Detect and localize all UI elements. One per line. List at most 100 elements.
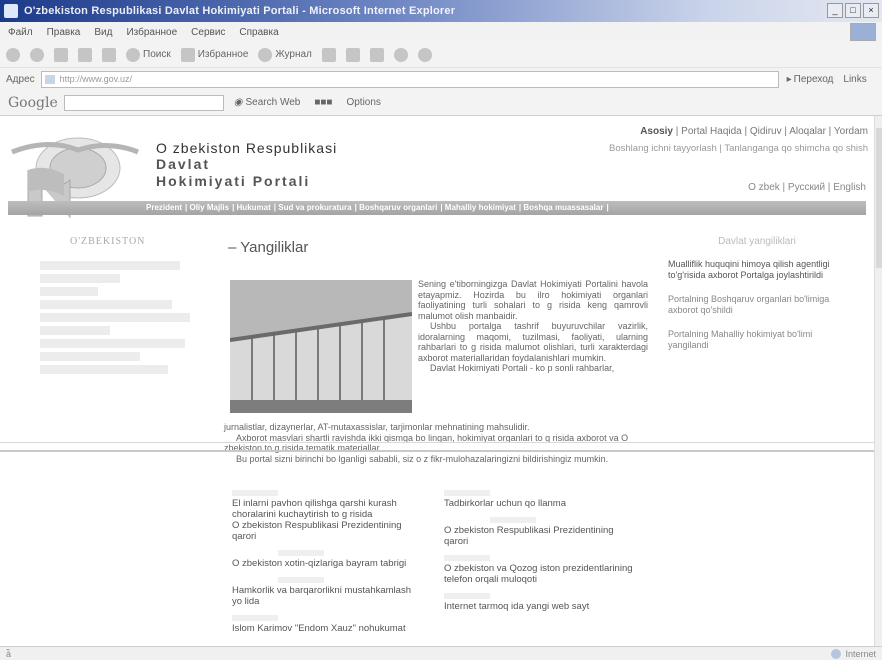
home-button[interactable] xyxy=(102,47,116,62)
sidebar-link[interactable] xyxy=(40,352,140,361)
news-headline: O zbekiston Respublikasi Prezidentining … xyxy=(444,525,614,547)
stop-button[interactable] xyxy=(54,47,68,62)
top-link-contacts[interactable]: Aloqalar xyxy=(789,126,826,137)
go-button[interactable]: ▸ Переход xyxy=(787,74,834,85)
news-section-label: Yangiliklar xyxy=(240,239,309,256)
nav-courts[interactable]: Sud va prokuratura xyxy=(278,203,351,212)
back-button[interactable] xyxy=(6,47,20,62)
menu-favorites[interactable]: Избранное xyxy=(126,27,177,38)
history-button[interactable]: Журнал xyxy=(258,47,312,62)
status-text: à̃ xyxy=(6,648,12,659)
news-list-item[interactable]: Internet tarmoq ida yangi web sayt xyxy=(444,593,634,612)
sidebar-link[interactable] xyxy=(40,339,185,348)
language-switcher: O zbek | Русский | English xyxy=(748,182,866,193)
google-search-input[interactable] xyxy=(63,94,224,111)
search-button[interactable]: Поиск xyxy=(126,47,171,62)
sidebar-link[interactable] xyxy=(40,300,172,309)
minimize-button[interactable]: _ xyxy=(827,3,843,18)
nav-president[interactable]: Prezident xyxy=(146,203,182,212)
nav-other[interactable]: Boshqa muassasalar xyxy=(523,203,603,212)
top-link-home[interactable]: Asosiy xyxy=(640,126,673,137)
right-sidebar: Davlat yangiliklari Mualliflik huquqini … xyxy=(668,236,846,364)
discuss-button[interactable] xyxy=(393,47,408,62)
forward-arrow-icon xyxy=(30,47,44,62)
sidebar-link[interactable] xyxy=(40,274,120,283)
edit-button[interactable] xyxy=(369,47,384,62)
news-list-item[interactable]: O zbekiston xotin-qizlariga bayram tabri… xyxy=(232,550,422,569)
news-section-title: – Yangiliklar xyxy=(228,239,309,256)
go-label: Переход xyxy=(793,73,834,85)
sidebar-link[interactable] xyxy=(40,287,98,296)
menu-tools[interactable]: Сервис xyxy=(191,27,225,38)
news-list-item[interactable]: O zbekiston va Qozog iston prezidentlari… xyxy=(444,555,634,585)
sidebar-link[interactable] xyxy=(40,313,190,322)
nav-parliament[interactable]: Oliy Majlis xyxy=(189,203,229,212)
news-list-left: El inlarni pavhon qilishga qarshi kurash… xyxy=(232,490,422,642)
news-list-item[interactable]: El inlarni pavhon qilishga qarshi kurash… xyxy=(232,490,422,542)
news-headline: O zbekiston Respublikasi Prezidentining … xyxy=(232,520,402,542)
news-list-item[interactable]: Hamkorlik va barqarorlikni mustahkamlash… xyxy=(232,577,422,607)
site-title-line1: O zbekiston Respublikasi xyxy=(156,140,338,156)
address-input[interactable]: http://www.gov.uz/ xyxy=(40,70,779,88)
security-zone: Internet xyxy=(831,648,876,659)
news-date xyxy=(232,615,278,621)
news-list-item[interactable]: O zbekiston Respublikasi Prezidentining … xyxy=(444,517,634,547)
options-button[interactable]: Options xyxy=(346,97,380,108)
nav-management[interactable]: Boshqaruv organlari xyxy=(359,203,437,212)
forward-button[interactable] xyxy=(30,47,44,62)
lang-english[interactable]: English xyxy=(833,182,866,193)
sidebar-link[interactable] xyxy=(40,365,168,374)
links-button[interactable]: Links xyxy=(843,74,866,85)
edit-icon xyxy=(369,47,384,62)
zone-label: Internet xyxy=(845,648,876,659)
sidebar-link[interactable] xyxy=(40,326,110,335)
news-headline: Islom Karimov "Endom Xauz" nohukumat xyxy=(232,623,406,634)
right-news-item[interactable]: Mualliflik huquqini himoya qilish agentl… xyxy=(668,259,846,280)
news-date xyxy=(444,490,490,496)
vertical-scrollbar[interactable] xyxy=(874,116,882,646)
news-headline: O zbekiston va Qozog iston prezidentlari… xyxy=(444,563,633,585)
mail-button[interactable] xyxy=(321,47,336,62)
news-list-item[interactable]: Islom Karimov "Endom Xauz" nohukumat xyxy=(232,615,422,634)
news-body-text: jurnalistlar, dizaynerlar, AT-mutaxassis… xyxy=(224,422,654,464)
top-link-start-page[interactable]: Boshlang ichni tayyorlash xyxy=(609,143,717,154)
lang-russian[interactable]: Русский xyxy=(788,182,825,193)
google-logo: Google xyxy=(8,94,58,111)
print-button[interactable] xyxy=(345,47,360,62)
stop-icon xyxy=(54,47,68,62)
news-headline: Hamkorlik va barqarorlikni mustahkamlash… xyxy=(232,585,411,607)
menu-edit[interactable]: Правка xyxy=(47,27,81,38)
scan-artifact-line xyxy=(0,450,874,452)
messenger-button[interactable] xyxy=(417,47,432,62)
news-headline: Tadbirkorlar uchun qo llanma xyxy=(444,498,566,509)
top-link-about[interactable]: Portal Haqida xyxy=(681,126,742,137)
discuss-icon xyxy=(393,47,408,62)
sidebar-link[interactable] xyxy=(40,261,180,270)
favorites-button[interactable]: Избранное xyxy=(180,47,248,62)
lang-uzbek[interactable]: O zbek xyxy=(748,182,780,193)
news-list-item[interactable]: Tadbirkorlar uchun qo llanma xyxy=(444,490,634,509)
page-viewport: O zbekiston Respublikasi Davlat Hokimiya… xyxy=(0,116,874,646)
top-link-help[interactable]: Yordam xyxy=(834,126,868,137)
body-paragraph-1: jurnalistlar, dizaynerlar, AT-mutaxassis… xyxy=(224,422,530,432)
maximize-button[interactable]: □ xyxy=(845,3,861,18)
top-link-add-favorite[interactable]: Tanlanganga qo shimcha qo shish xyxy=(724,143,868,154)
menu-file[interactable]: Файл xyxy=(8,27,33,38)
nav-government[interactable]: Hukumat xyxy=(237,203,271,212)
menu-help[interactable]: Справка xyxy=(239,27,278,38)
right-news-item[interactable]: Portalning Boshqaruv organlari bo'limiga… xyxy=(668,294,846,315)
close-button[interactable]: × xyxy=(863,3,879,18)
scan-artifact-line xyxy=(0,442,874,443)
nav-local-government[interactable]: Mahalliy hokimiyat xyxy=(445,203,516,212)
search-icon xyxy=(126,47,140,62)
top-link-search[interactable]: Qidiruv xyxy=(750,126,782,137)
globe-icon xyxy=(831,648,842,659)
search-web-button[interactable]: ◉ Search Web xyxy=(234,97,301,108)
scrollbar-thumb[interactable] xyxy=(876,128,882,268)
right-news-item[interactable]: Portalning Mahalliy hokimiyat bo'limi ya… xyxy=(668,329,846,350)
search-web-label: Search Web xyxy=(245,97,301,108)
news-date xyxy=(444,593,490,599)
menu-view[interactable]: Вид xyxy=(94,27,112,38)
refresh-button[interactable] xyxy=(78,47,92,62)
news-date xyxy=(444,555,490,561)
